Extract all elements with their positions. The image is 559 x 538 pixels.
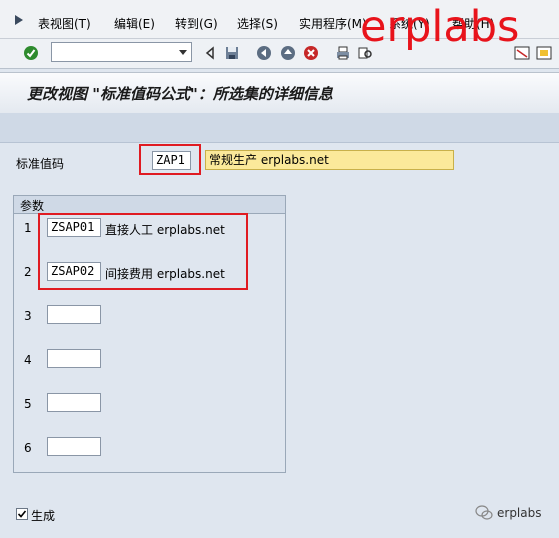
menu-select[interactable]: 选择(S)	[237, 15, 278, 32]
param-code-input[interactable]	[47, 305, 101, 324]
param-row-number: 6	[24, 441, 32, 455]
history-back-icon[interactable]	[202, 45, 218, 61]
param-row-number: 5	[24, 397, 32, 411]
wechat-icon	[475, 505, 493, 520]
params-group-title: 参数	[20, 199, 45, 213]
checkmark-icon	[17, 510, 27, 518]
param-row-number: 4	[24, 353, 32, 367]
menu-edit[interactable]: 编辑(E)	[114, 15, 155, 32]
print-icon[interactable]	[335, 45, 351, 61]
help-icon[interactable]	[536, 45, 552, 61]
highlight-box-std-code	[139, 144, 201, 175]
param-row-number: 2	[24, 265, 32, 279]
std-code-description[interactable]: 常规生产 erplabs.net	[205, 150, 454, 170]
std-code-label: 标准值码	[16, 157, 65, 171]
param-code-input[interactable]	[47, 393, 101, 412]
back-icon[interactable]	[256, 45, 272, 61]
menu-utilities[interactable]: 实用程序(M)	[299, 15, 367, 32]
generate-checkbox[interactable]	[16, 508, 28, 520]
params-group-header: 参数	[14, 196, 285, 214]
param-row-number: 3	[24, 309, 32, 323]
param-code-input[interactable]	[47, 437, 101, 456]
page-title: 更改视图 "标准值码公式"：所选集的详细信息	[27, 85, 333, 103]
command-field[interactable]	[51, 42, 192, 62]
exit-icon[interactable]	[280, 45, 296, 61]
chevron-down-icon[interactable]	[177, 46, 189, 58]
menu-arrow-icon[interactable]	[12, 13, 26, 27]
param-code-input[interactable]	[47, 349, 101, 368]
title-bar: 更改视图 "标准值码公式"：所选集的详细信息	[0, 72, 559, 114]
enter-icon[interactable]	[23, 45, 39, 61]
watermark: erplabs	[360, 2, 520, 52]
footer-brand: erplabs	[497, 506, 542, 520]
cancel-icon[interactable]	[303, 45, 319, 61]
highlight-box-params	[38, 213, 248, 290]
menu-table-view[interactable]: 表视图(T)	[38, 15, 91, 32]
param-row-number: 1	[24, 221, 32, 235]
generate-label: 生成	[31, 509, 56, 523]
save-icon[interactable]	[224, 45, 240, 61]
menu-goto[interactable]: 转到(G)	[175, 15, 218, 32]
application-toolbar	[0, 113, 559, 143]
